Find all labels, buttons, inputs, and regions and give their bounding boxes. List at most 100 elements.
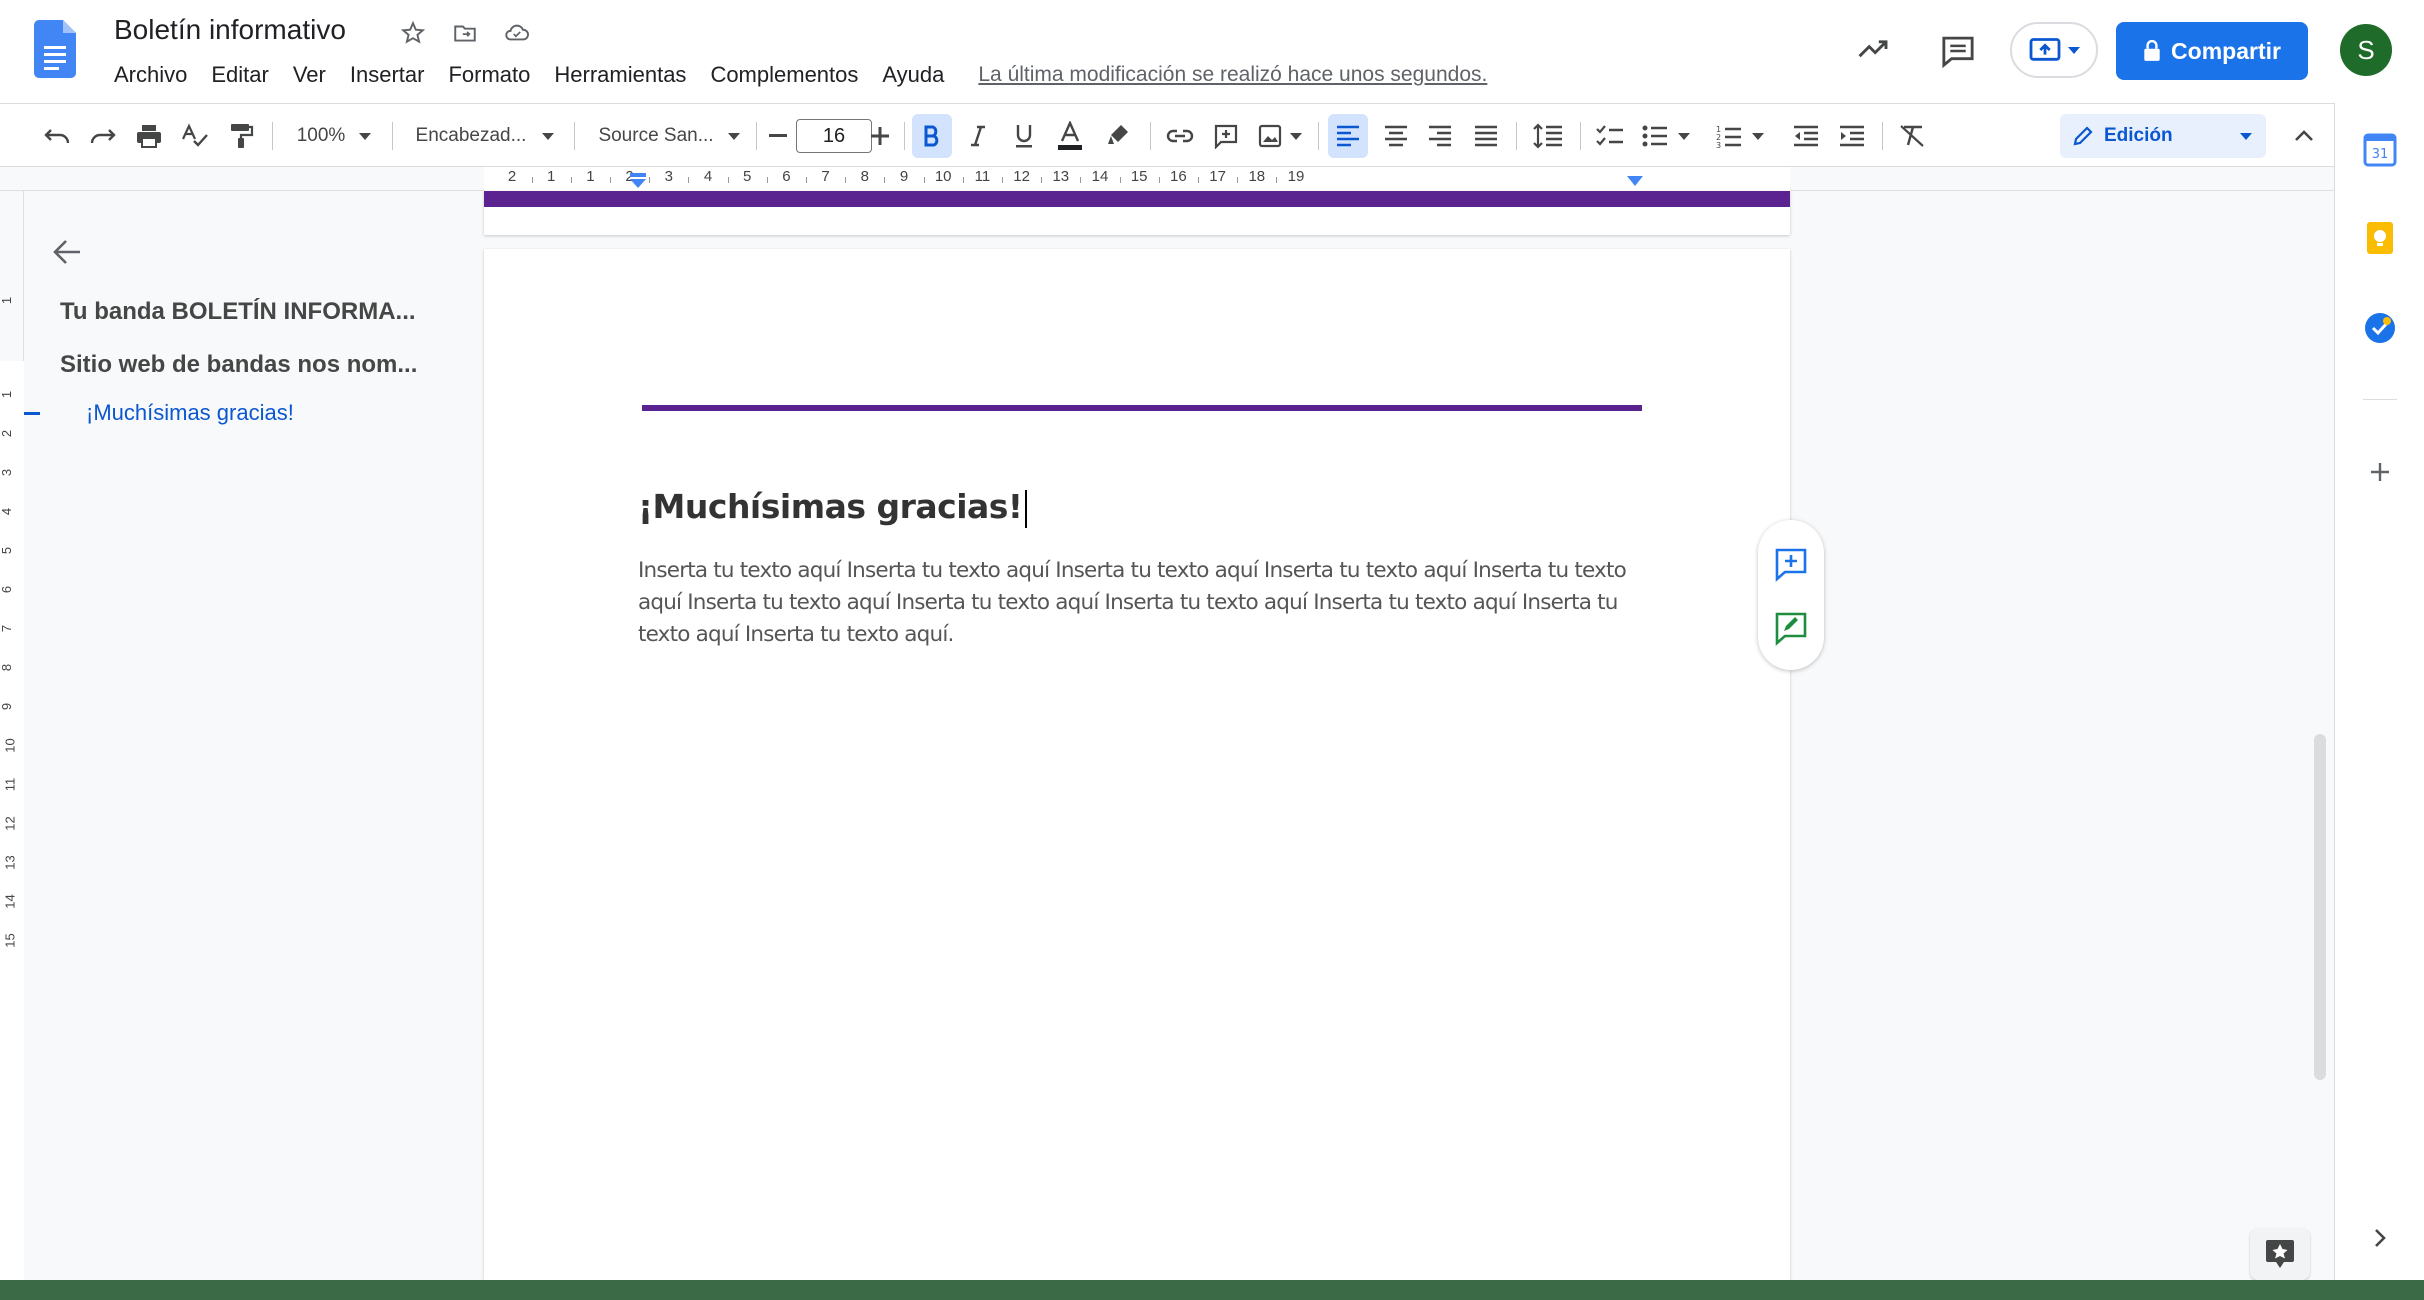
menu-ver[interactable]: Ver [281,60,338,90]
vertical-ruler-number: 7 [0,624,15,633]
menu-herramientas[interactable]: Herramientas [542,60,698,90]
document-title[interactable]: Boletín informativo [114,14,346,46]
print-icon[interactable] [130,104,168,168]
star-icon[interactable] [398,18,428,48]
line-spacing-icon[interactable] [1528,104,1568,168]
numbered-list-icon: 123 [1716,125,1741,148]
editing-mode-select[interactable]: Edición [2060,114,2266,158]
outline-item-sitio-web[interactable]: Sitio web de bandas nos nom... [60,351,420,379]
ruler-number: 18 [1248,168,1266,185]
add-addon-icon[interactable] [2363,455,2397,489]
zoom-select[interactable]: 100% [288,104,380,168]
svg-text:31: 31 [2372,147,2389,162]
present-button[interactable] [2010,22,2098,78]
insert-link-icon[interactable] [1160,104,1200,168]
ruler-tick [610,177,611,183]
checklist-icon[interactable] [1590,104,1630,168]
ruler-tick [1041,177,1043,183]
body-paragraph[interactable]: Inserta tu texto aquí Inserta tu texto a… [638,555,1648,651]
outline-current-marker [24,412,40,415]
chevron-down-icon [2240,133,2252,140]
add-comment-icon[interactable] [1206,104,1246,168]
calendar-icon[interactable]: 31 [2363,133,2397,167]
ruler-tick [1158,177,1160,183]
docs-logo-icon[interactable] [34,20,76,78]
ruler-tick [570,177,572,183]
decrease-font-size-button[interactable] [760,104,796,168]
chevron-down-icon [542,132,555,140]
ruler-number: 1 [547,168,556,185]
bold-button[interactable] [912,114,952,158]
account-avatar[interactable]: S [2340,24,2392,76]
justify-icon[interactable] [1466,104,1506,168]
align-left-button[interactable] [1328,114,1368,158]
text-color-icon[interactable] [1050,104,1090,168]
hide-menus-icon[interactable] [2284,104,2324,168]
font-select[interactable]: Source San... [592,104,746,168]
vertical-ruler[interactable]: 1 1 2 3 4 5 6 7 8 9 10 11 12 13 14 15 [0,191,24,1280]
comments-icon[interactable] [1940,34,1976,73]
side-panel: 31 [2334,103,2424,1280]
ruler-number: 1 [586,168,595,185]
ruler-tick [1198,177,1199,183]
last-edit-link[interactable]: La última modificación se realizó hace u… [978,63,1487,87]
cloud-status-icon[interactable] [502,18,532,48]
ruler-number: 5 [743,168,752,185]
chevron-right-icon[interactable] [2363,1221,2397,1255]
document-page[interactable]: ¡Muchísimas gracias! Inserta tu texto aq… [484,249,1790,1280]
outline-item-banda[interactable]: Tu banda BOLETÍN INFORMA... [60,298,420,326]
move-folder-icon[interactable] [450,18,480,48]
undo-icon[interactable] [38,104,76,168]
decrease-indent-icon[interactable] [1786,104,1826,168]
tasks-icon[interactable] [2363,311,2397,345]
add-comment-icon[interactable] [1773,546,1809,582]
close-outline-button[interactable] [52,238,82,271]
menu-formato[interactable]: Formato [436,60,542,90]
increase-font-size-button[interactable] [862,104,898,168]
spellcheck-icon[interactable] [176,104,214,168]
outline-item-gracias[interactable]: ¡Muchísimas gracias! [86,400,294,426]
italic-icon[interactable] [958,104,998,168]
paragraph-style-select[interactable]: Encabezad... [408,104,562,168]
menu-ayuda[interactable]: Ayuda [870,60,956,90]
insert-image-button[interactable] [1252,104,1308,168]
ruler-tick [923,177,925,183]
bulleted-list-button[interactable] [1636,104,1696,168]
ruler-number: 10 [934,168,952,185]
activity-dashboard-icon[interactable] [1856,34,1892,69]
chevron-down-icon [359,132,372,140]
ruler-number: 15 [1130,168,1148,185]
share-button[interactable]: Compartir [2116,22,2308,80]
vertical-ruler-number: 4 [0,507,15,516]
explore-button[interactable] [2250,1228,2310,1280]
keep-icon[interactable] [2363,221,2397,255]
section-heading[interactable]: ¡Muchísimas gracias! [638,487,1027,528]
bold-icon [924,125,939,147]
right-indent-marker-icon[interactable] [1626,175,1644,187]
increase-indent-icon[interactable] [1832,104,1872,168]
align-right-icon[interactable] [1420,104,1460,168]
menu-insertar[interactable]: Insertar [338,60,437,90]
suggest-edits-icon[interactable] [1773,610,1809,646]
highlight-color-icon[interactable] [1098,104,1138,168]
vertical-ruler-number: 2 [0,429,15,438]
horizontal-ruler[interactable]: 2 1 1 2 3 4 5 6 7 8 9 10 11 12 13 14 15 16 17 18 19 [0,167,2334,191]
paint-format-icon[interactable] [222,104,260,168]
previous-page[interactable] [484,191,1790,235]
ruler-tick [806,177,807,183]
ruler-number: 4 [703,168,713,185]
menu-complementos[interactable]: Complementos [698,60,870,90]
numbered-list-button[interactable]: 123 [1710,104,1770,168]
align-center-icon[interactable] [1376,104,1416,168]
arrow-back-icon [53,240,80,264]
menu-archivo[interactable]: Archivo [102,60,199,90]
redo-icon[interactable] [84,104,122,168]
ruler-tick [766,177,768,183]
clear-formatting-icon[interactable] [1892,104,1932,168]
menu-editar[interactable]: Editar [199,60,280,90]
vertical-scrollbar[interactable] [2314,734,2326,1080]
underline-icon[interactable] [1004,104,1044,168]
left-indent-marker-icon[interactable] [628,173,648,189]
font-size-input[interactable]: 16 [796,119,872,153]
ruler-tick [688,177,690,183]
